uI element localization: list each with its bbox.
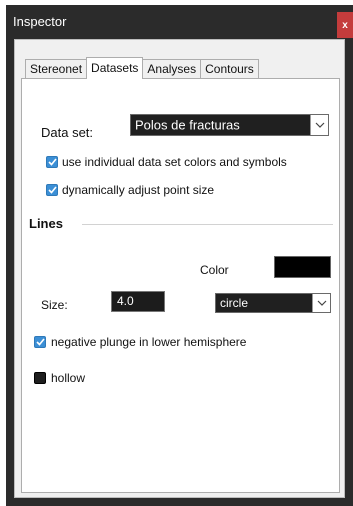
chevron-down-icon [310, 115, 328, 135]
datasets-panel: Data set: Polos de fracturas use individ… [21, 78, 340, 493]
close-icon: x [342, 19, 348, 31]
checkmark-icon [47, 158, 57, 166]
tab-contours[interactable]: Contours [200, 59, 259, 79]
symbol-select-value: circle [220, 296, 249, 310]
inspector-window: Inspector x Stereonet Datasets Analyses … [6, 5, 353, 506]
dynamic-point-size-checkbox[interactable] [46, 184, 58, 196]
dataset-select[interactable]: Polos de fracturas [130, 114, 329, 136]
color-swatch[interactable] [274, 256, 331, 278]
color-label: Color [200, 263, 229, 277]
close-button[interactable]: x [337, 12, 353, 38]
size-label: Size: [41, 298, 68, 312]
checkmark-icon [47, 186, 57, 194]
title-bar: Inspector x [6, 5, 353, 39]
dynamic-point-size-label: dynamically adjust point size [62, 183, 215, 197]
dataset-select-value: Polos de fracturas [135, 117, 240, 133]
symbol-select[interactable]: circle [215, 293, 331, 313]
dataset-label: Data set: [41, 125, 94, 140]
inspector-frame: Stereonet Datasets Analyses Contours Dat… [14, 39, 345, 498]
use-individual-colors-label: use individual data set colors and symbo… [62, 155, 287, 169]
use-individual-colors-checkbox[interactable] [46, 156, 58, 168]
tab-stereonet[interactable]: Stereonet [25, 59, 88, 79]
lines-divider [82, 224, 333, 225]
tab-bar: Stereonet Datasets Analyses Contours [25, 57, 259, 79]
window-title: Inspector [13, 14, 67, 29]
hollow-checkbox[interactable] [34, 372, 46, 384]
hollow-label: hollow [51, 371, 86, 385]
lines-section-title: Lines [29, 216, 63, 231]
negative-plunge-checkbox[interactable] [34, 336, 46, 348]
negative-plunge-label: negative plunge in lower hemisphere [51, 335, 247, 349]
checkmark-icon [35, 338, 45, 346]
tab-datasets[interactable]: Datasets [86, 57, 144, 79]
size-input[interactable]: 4.0 [111, 291, 165, 312]
chevron-down-icon [312, 294, 330, 312]
tab-analyses[interactable]: Analyses [142, 59, 202, 79]
